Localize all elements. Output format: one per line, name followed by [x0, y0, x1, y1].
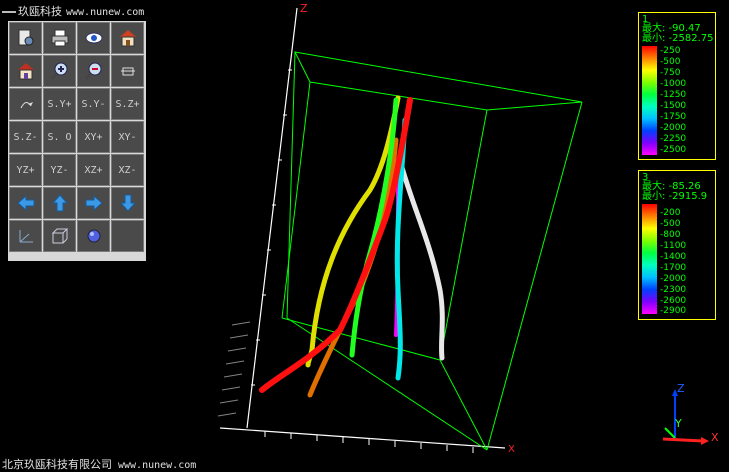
view-button[interactable]	[77, 22, 110, 54]
header-company: 玖瓯科技	[18, 5, 62, 18]
arrow-down-icon	[119, 194, 136, 212]
legend-min: 最小: -2582.75	[642, 33, 714, 44]
home-alt-icon	[17, 63, 34, 80]
legend-tick: -750	[660, 68, 681, 78]
color-legend-3: 3 最大: -85.26 最小: -2915.9 -200 -500 -800 …	[638, 170, 716, 320]
home-icon	[119, 30, 136, 47]
legend-tick: -2300	[660, 285, 687, 295]
triad-y-axis	[664, 427, 676, 439]
xy-plus-button[interactable]: XY+	[77, 121, 110, 153]
view-toolbar: S.Y+ S.Y- S.Z+ S.Z- S. O XY+ XY- YZ+ YZ-…	[8, 21, 146, 261]
legend-tick: -1250	[660, 90, 687, 100]
x-axis-label: X	[508, 444, 515, 455]
xz-plus-button[interactable]: XZ+	[77, 154, 110, 186]
legend-tick: -200	[660, 208, 681, 218]
pan-left-button[interactable]	[9, 187, 42, 219]
sphere-icon	[87, 229, 100, 243]
triad-x-arrow	[701, 437, 709, 445]
app-footer: 北京玖瓯科技有限公司 www.nunew.com	[2, 456, 196, 472]
x-axis	[219, 427, 506, 449]
rotate-icon	[20, 102, 33, 109]
home-alt-button[interactable]	[9, 55, 42, 87]
step-origin-button[interactable]: S. O	[43, 121, 76, 153]
pan-right-button[interactable]	[77, 187, 110, 219]
pan-down-button[interactable]	[111, 187, 144, 219]
triad-x-axis	[662, 437, 704, 443]
rotate-button[interactable]	[9, 88, 42, 120]
legend-min: 最小: -2915.9	[642, 191, 708, 202]
xy-minus-button[interactable]: XY-	[111, 121, 144, 153]
footer-company: 北京玖瓯科技有限公司	[2, 458, 112, 471]
legend-tick: -1100	[660, 241, 687, 251]
xz-minus-button[interactable]: XZ-	[111, 154, 144, 186]
legend-tick: -2250	[660, 134, 687, 144]
pan-up-button[interactable]	[43, 187, 76, 219]
triad-x-label: X	[711, 431, 719, 444]
legend-tick: -2500	[660, 145, 687, 155]
empty-slot	[111, 220, 144, 252]
legend-tick: -500	[660, 219, 681, 229]
footer-url: www.nunew.com	[118, 460, 197, 471]
z-axis-label: Z	[300, 2, 308, 15]
step-z-plus-button[interactable]: S.Z+	[111, 88, 144, 120]
home-view-button[interactable]	[111, 22, 144, 54]
step-y-plus-button[interactable]: S.Y+	[43, 88, 76, 120]
arrow-left-icon	[16, 194, 34, 212]
toggle-axes-button[interactable]	[9, 220, 42, 252]
x-axis-ticks	[264, 431, 474, 453]
zoom-out-icon	[84, 62, 101, 80]
y-axis-ticks	[217, 321, 251, 417]
legend-gradient	[642, 46, 657, 155]
legend-tick: -1400	[660, 252, 687, 262]
legend-tick: -250	[660, 46, 681, 56]
legend-tick: -1500	[660, 101, 687, 111]
print-button[interactable]	[43, 22, 76, 54]
triad-y-label: Y	[674, 417, 682, 430]
toggle-lighting-button[interactable]	[77, 220, 110, 252]
legend-tick: -800	[660, 230, 681, 240]
yz-minus-button[interactable]: YZ-	[43, 154, 76, 186]
legend-tick: -2000	[660, 123, 687, 133]
page-setup-button[interactable]	[9, 22, 42, 54]
app-header: 玖瓯科技 www.nunew.com	[0, 0, 160, 20]
zoom-in-button[interactable]	[43, 55, 76, 87]
eye-icon	[85, 32, 102, 44]
well-white	[397, 157, 445, 361]
yz-plus-button[interactable]: YZ+	[9, 154, 42, 186]
settings-page-icon	[18, 29, 33, 46]
legend-tick: -1700	[660, 263, 687, 273]
z-axis	[246, 7, 298, 429]
header-logo	[2, 11, 16, 13]
legend-tick: -500	[660, 57, 681, 67]
axis-move-button[interactable]	[111, 55, 144, 87]
arrow-right-icon	[85, 194, 103, 212]
legend-tick: -2600	[660, 296, 687, 306]
arrow-up-icon	[51, 194, 68, 212]
triad-z-label: Z	[677, 383, 685, 395]
toggle-box-button[interactable]	[43, 220, 76, 252]
cube-icon	[51, 228, 68, 244]
legend-tick: -1000	[660, 79, 687, 89]
legend-tick: -1750	[660, 112, 687, 122]
legend-tick: -2900	[660, 306, 687, 316]
step-z-minus-button[interactable]: S.Z-	[9, 121, 42, 153]
zoom-out-button[interactable]	[77, 55, 110, 87]
orientation-triad: Z Y X	[662, 383, 719, 445]
axis-move-icon	[120, 67, 135, 76]
header-url: www.nunew.com	[66, 7, 145, 18]
zoom-in-icon	[50, 62, 67, 80]
legend-tick: -2000	[660, 274, 687, 284]
print-icon	[51, 29, 68, 47]
legend-gradient	[642, 204, 657, 314]
axes-icon	[19, 230, 33, 243]
step-y-minus-button[interactable]: S.Y-	[77, 88, 110, 120]
color-legend-1: 1 最大: -90.47 最小: -2582.75 -250 -500 -750…	[638, 12, 716, 160]
